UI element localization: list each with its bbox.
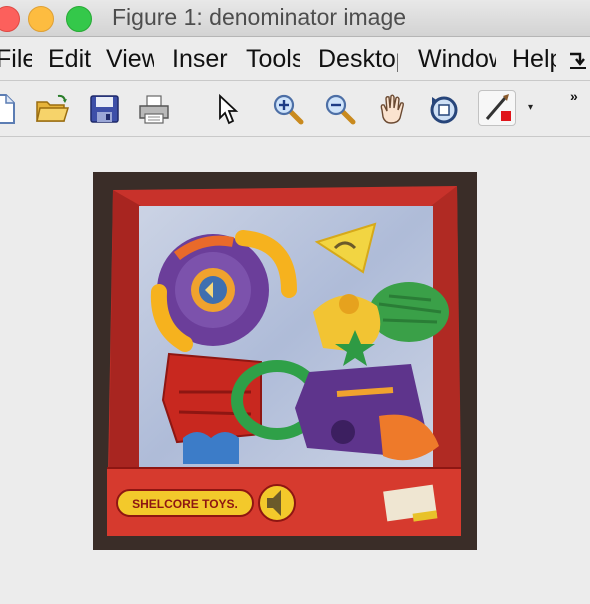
menu-bar: File Edit View Insert Tools Desktop Wind… (0, 37, 590, 81)
rotate-3d-icon (430, 96, 458, 124)
open-folder-icon (36, 94, 70, 122)
brush-icon (485, 94, 511, 121)
select-pointer-button[interactable] (208, 92, 244, 126)
maximize-window-button[interactable] (66, 6, 92, 32)
new-file-icon (0, 94, 15, 124)
menu-overflow-icon[interactable] (566, 48, 590, 72)
zoom-out-icon (325, 94, 356, 125)
menu-tools[interactable]: Tools (246, 45, 300, 74)
rotate-3d-button[interactable] (426, 92, 462, 126)
menu-file[interactable]: File (0, 45, 32, 74)
print-icon (139, 95, 169, 124)
menu-view[interactable]: View (106, 45, 154, 74)
toy-box-photo: SHELCORE TOYS. (93, 172, 477, 550)
zoom-out-button[interactable] (322, 92, 358, 126)
figure-toolbar: ▾ » (0, 82, 590, 137)
window-title: Figure 1: denominator image (112, 4, 407, 30)
pan-button[interactable] (374, 92, 410, 126)
menu-window[interactable]: Window (418, 45, 496, 74)
menu-edit[interactable]: Edit (48, 45, 92, 74)
new-file-button[interactable] (0, 92, 20, 126)
pan-hand-icon (380, 94, 404, 124)
minimize-window-button[interactable] (28, 6, 54, 32)
zoom-in-button[interactable] (270, 92, 306, 126)
title-bar: Figure 1: denominator image (0, 0, 590, 37)
menu-desktop[interactable]: Desktop (318, 45, 398, 74)
menu-insert[interactable]: Insert (172, 45, 228, 74)
box-brand-label: SHELCORE TOYS. (132, 497, 238, 511)
save-button[interactable] (86, 92, 122, 126)
pointer-arrow-icon (219, 93, 239, 125)
zoom-in-icon (273, 94, 304, 125)
figure-image: SHELCORE TOYS. (93, 172, 477, 550)
brush-button[interactable] (478, 90, 516, 126)
open-file-button[interactable] (34, 92, 70, 126)
save-icon (90, 95, 119, 123)
toolbar-overflow-icon[interactable]: » (570, 88, 578, 104)
figure-canvas: SHELCORE TOYS. (0, 137, 590, 604)
print-button[interactable] (136, 92, 172, 126)
close-window-button[interactable] (0, 6, 20, 32)
brush-dropdown-icon[interactable]: ▾ (528, 102, 533, 113)
menu-help[interactable]: Help (512, 45, 556, 74)
